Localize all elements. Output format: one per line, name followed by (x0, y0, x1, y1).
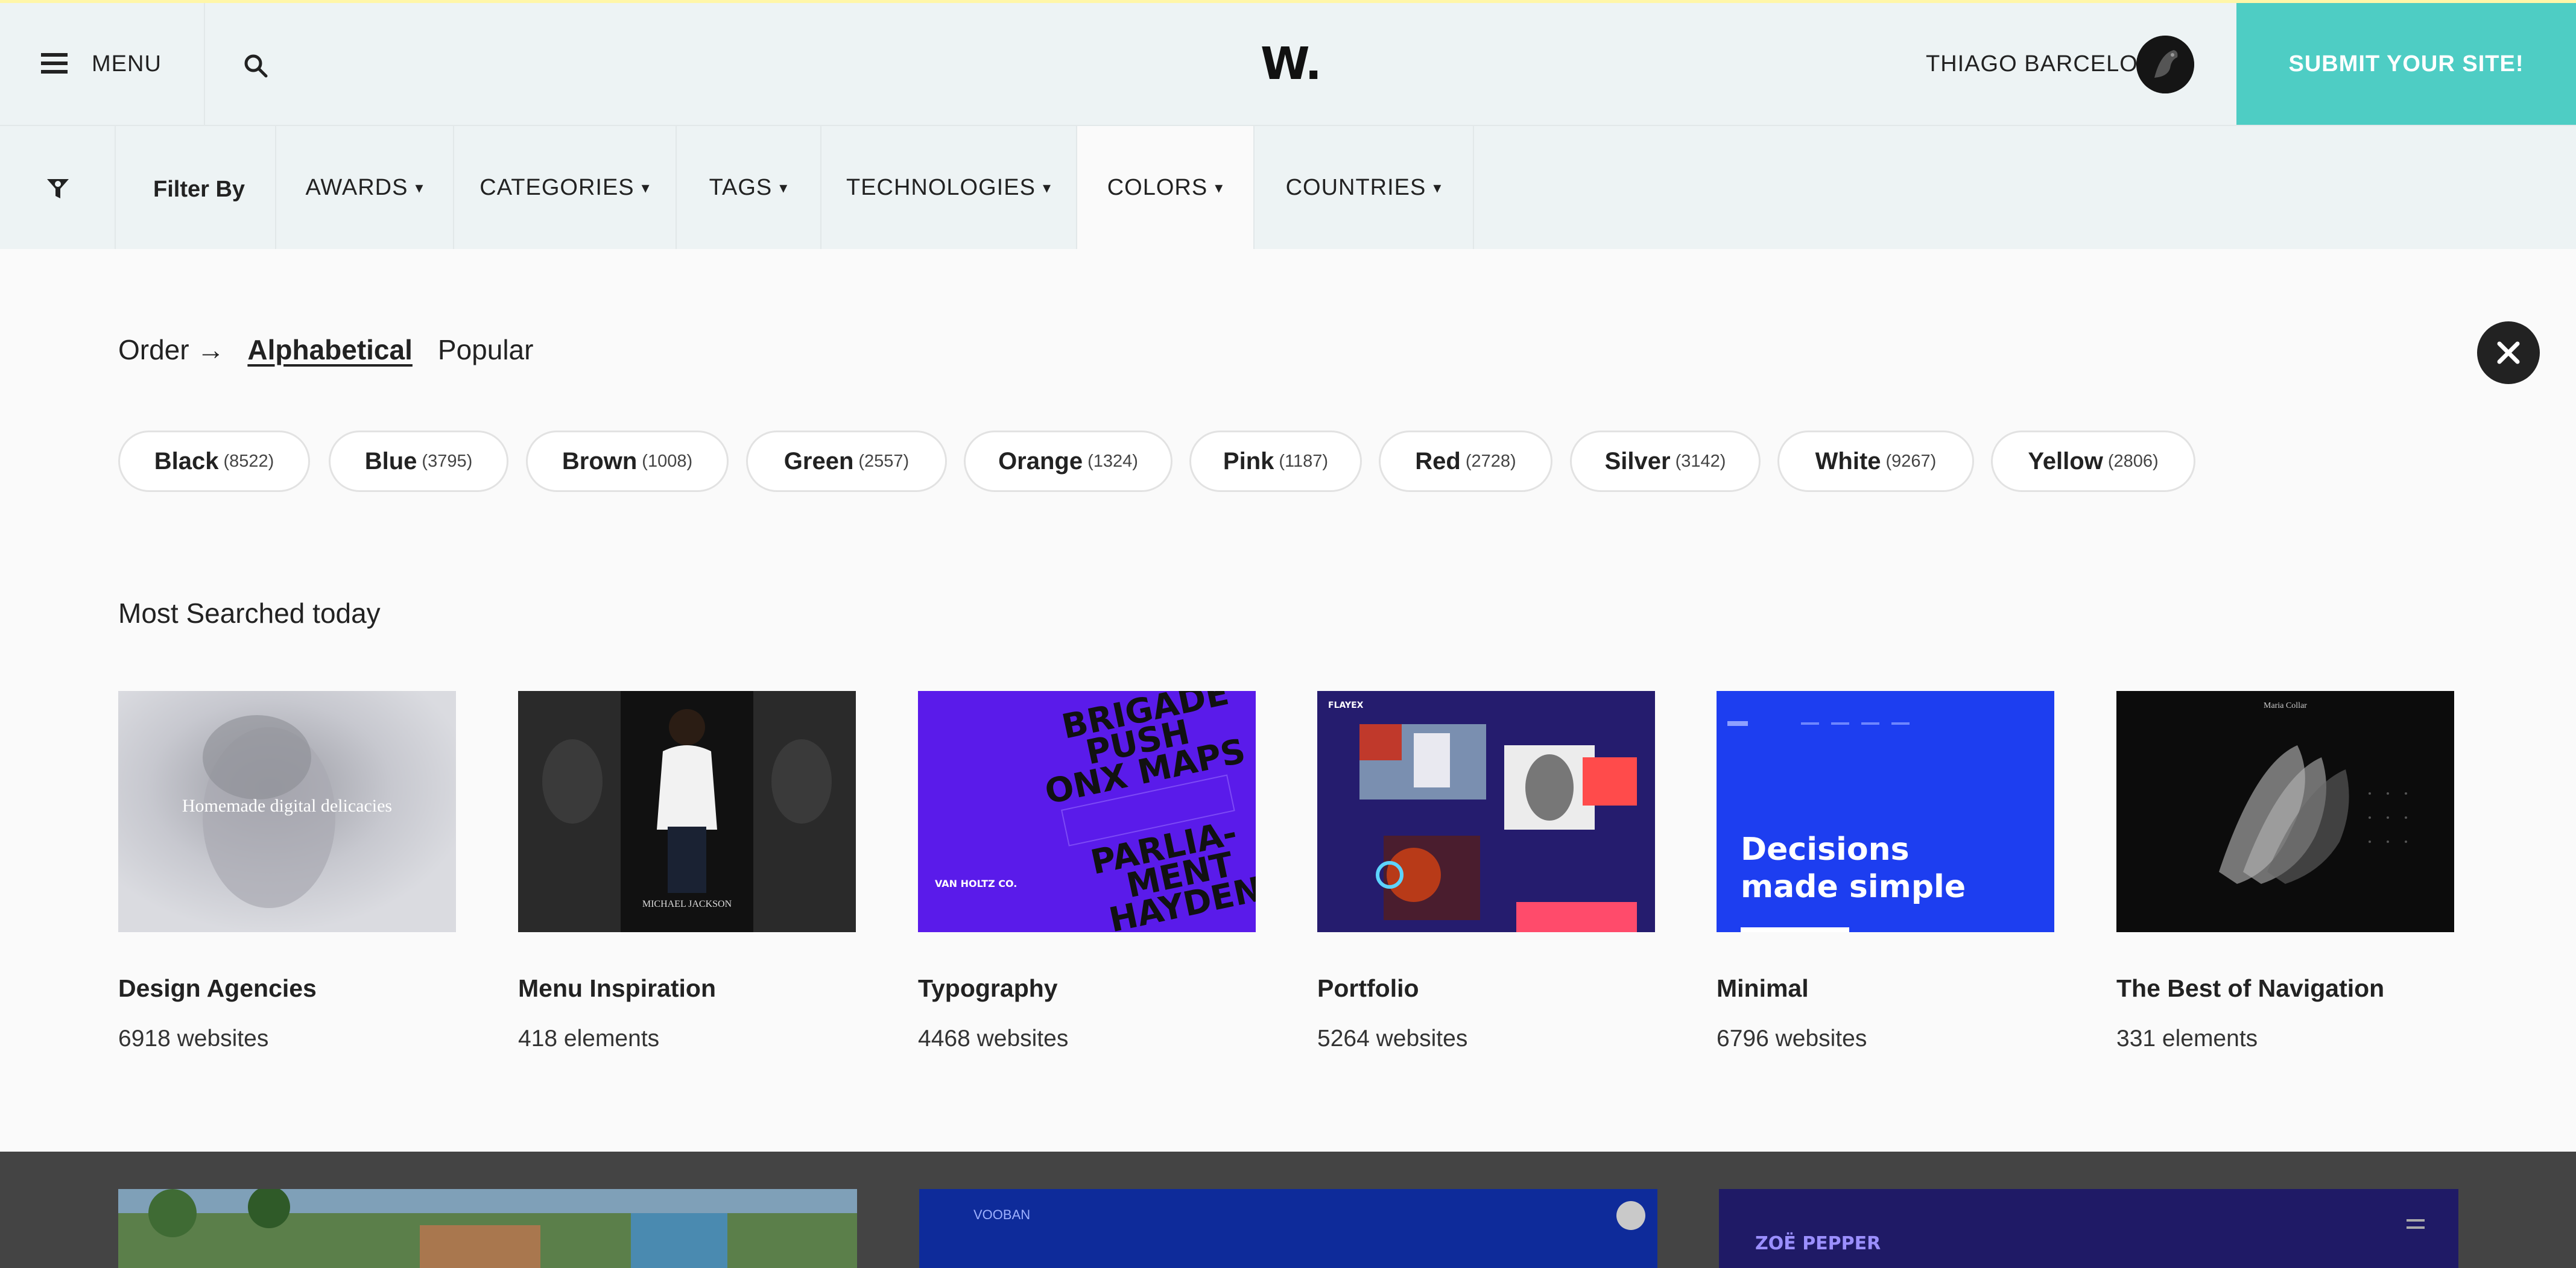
color-chip-green[interactable]: Green (2557) (746, 431, 947, 492)
chevron-down-icon: ▾ (641, 178, 650, 197)
card-title[interactable]: Typography (918, 974, 1058, 1003)
card-title[interactable]: Minimal (1717, 974, 1809, 1003)
color-chip-name: White (1815, 447, 1881, 475)
site-logo[interactable]: W. (1261, 38, 1322, 90)
color-chip-orange[interactable]: Orange (1324) (964, 431, 1172, 492)
color-chip-name: Yellow (2028, 447, 2103, 475)
filter-countries[interactable]: COUNTRIES ▾ (1255, 126, 1474, 249)
card-thumbnail[interactable]: Decisions made simple (1717, 691, 2054, 932)
filter-icon-cell[interactable] (0, 126, 116, 249)
card-title[interactable]: Menu Inspiration (518, 974, 716, 1003)
site-grid-overlay: VOOBAN ZOË PEPPER (0, 1152, 2576, 1268)
color-chip-count: (1324) (1087, 451, 1138, 471)
color-chip-silver[interactable]: Silver (3142) (1570, 431, 1761, 492)
color-chip-blue[interactable]: Blue (3795) (329, 431, 508, 492)
thumb-text: MICHAEL JACKSON (642, 899, 732, 909)
color-chip-count: (2557) (858, 451, 910, 471)
card-thumbnail[interactable]: MICHAEL JACKSON (518, 691, 856, 932)
card-thumbnail[interactable]: BRIGADE PUSH ONX MAPS PARLIA- MENT HAYDE… (918, 691, 1256, 932)
card-thumbnail[interactable]: FLAYEX (1317, 691, 1655, 932)
menu-button[interactable]: MENU (0, 3, 205, 125)
card-thumbnail[interactable]: Maria Collar (2116, 691, 2454, 932)
hamburger-icon (41, 53, 68, 74)
search-icon[interactable] (243, 53, 268, 78)
color-chip-red[interactable]: Red (2728) (1379, 431, 1552, 492)
menu-label: MENU (92, 51, 162, 77)
filter-countries-label: COUNTRIES (1285, 174, 1426, 200)
color-chip-pink[interactable]: Pink (1187) (1189, 431, 1362, 492)
color-chip-count: (2728) (1465, 451, 1516, 471)
chevron-down-icon: ▾ (779, 178, 788, 197)
user-name[interactable]: THIAGO BARCELOS (1926, 51, 2154, 77)
filter-colors-label: COLORS (1107, 174, 1208, 200)
submit-site-button[interactable]: SUBMIT YOUR SITE! (2236, 3, 2576, 125)
site-thumbnail[interactable]: VOOBAN (919, 1189, 1657, 1268)
color-chip-name: Black (154, 447, 219, 475)
site-thumbnail[interactable] (118, 1189, 857, 1268)
filter-technologies[interactable]: TECHNOLOGIES ▾ (821, 126, 1077, 249)
filter-categories[interactable]: CATEGORIES ▾ (454, 126, 677, 249)
filter-colors[interactable]: COLORS ▾ (1077, 126, 1255, 249)
card-thumbnail[interactable]: Homemade digital delicacies (118, 691, 456, 932)
close-icon (2497, 341, 2520, 364)
thumb-text: FLAYEX (1328, 701, 1364, 710)
color-chip-count: (2806) (2107, 451, 2159, 471)
order-popular[interactable]: Popular (438, 333, 534, 366)
thumb-text: Maria Collar (2264, 701, 2307, 710)
thumb-text: VAN HOLTZ CO. (935, 878, 1017, 889)
color-chip-name: Blue (364, 447, 417, 475)
color-chip-name: Pink (1223, 447, 1274, 475)
color-chip-count: (1008) (642, 451, 693, 471)
thumb-text: made simple (1741, 869, 1966, 905)
thumb-text: Homemade digital delicacies (182, 796, 392, 816)
color-chip-name: Green (783, 447, 854, 475)
chevron-down-icon: ▾ (1042, 178, 1051, 197)
chevron-down-icon: ▾ (415, 178, 424, 197)
filter-technologies-label: TECHNOLOGIES (846, 174, 1036, 200)
filter-awards[interactable]: AWARDS ▾ (276, 126, 454, 249)
filter-tags-label: TAGS (709, 174, 773, 200)
color-chip-count: (9267) (1885, 451, 1937, 471)
card-title[interactable]: Portfolio (1317, 974, 1419, 1003)
filter-categories-label: CATEGORIES (479, 174, 635, 200)
filter-awards-label: AWARDS (305, 174, 408, 200)
thumb-text: Decisions (1741, 831, 1910, 868)
filter-icon (47, 179, 69, 198)
card-title[interactable]: Design Agencies (118, 974, 317, 1003)
color-chip-name: Silver (1604, 447, 1671, 475)
card-count: 331 elements (2116, 1026, 2258, 1052)
avatar[interactable] (2136, 36, 2194, 93)
site-thumbnail[interactable]: ZOË PEPPER (1719, 1189, 2458, 1268)
chevron-down-icon: ▾ (1433, 178, 1442, 197)
order-alphabetical[interactable]: Alphabetical (247, 333, 413, 366)
card-count: 5264 websites (1317, 1026, 1468, 1052)
order-selector: Order → Alphabetical Popular (118, 333, 533, 366)
filter-by-label: Filter By (153, 177, 245, 202)
card-count: 6796 websites (1717, 1026, 1867, 1052)
color-chip-name: Orange (998, 447, 1083, 475)
color-chip-count: (1187) (1279, 451, 1329, 471)
most-searched-title: Most Searched today (118, 598, 381, 629)
filter-tags[interactable]: TAGS ▾ (677, 126, 821, 249)
color-chip-count: (8522) (223, 451, 274, 471)
color-chip-count: (3795) (422, 451, 473, 471)
thumb-text: VOOBAN (973, 1207, 1030, 1222)
close-button[interactable] (2477, 321, 2540, 384)
color-chip-count: (3142) (1675, 451, 1726, 471)
filter-bar: Filter By AWARDS ▾ CATEGORIES ▾ TAGS ▾ TECH… (0, 126, 2576, 249)
chevron-down-icon: ▾ (1215, 178, 1224, 197)
color-chip-name: Red (1415, 447, 1461, 475)
color-chip-black[interactable]: Black (8522) (118, 431, 310, 492)
color-chip-white[interactable]: White (9267) (1777, 431, 1974, 492)
card-count: 4468 websites (918, 1026, 1069, 1052)
card-count: 418 elements (518, 1026, 660, 1052)
color-chip-name: Brown (562, 447, 638, 475)
color-chip-brown[interactable]: Brown (1008) (526, 431, 729, 492)
order-label: Order → (118, 334, 225, 365)
color-chip-yellow[interactable]: Yellow (2806) (1991, 431, 2195, 492)
card-title[interactable]: The Best of Navigation (2116, 974, 2384, 1003)
card-count: 6918 websites (118, 1026, 269, 1052)
thumb-text: ZOË PEPPER (1755, 1232, 1881, 1254)
site-header: MENU W. THIAGO BARCELOS SUBMIT YOUR SITE… (0, 3, 2576, 126)
